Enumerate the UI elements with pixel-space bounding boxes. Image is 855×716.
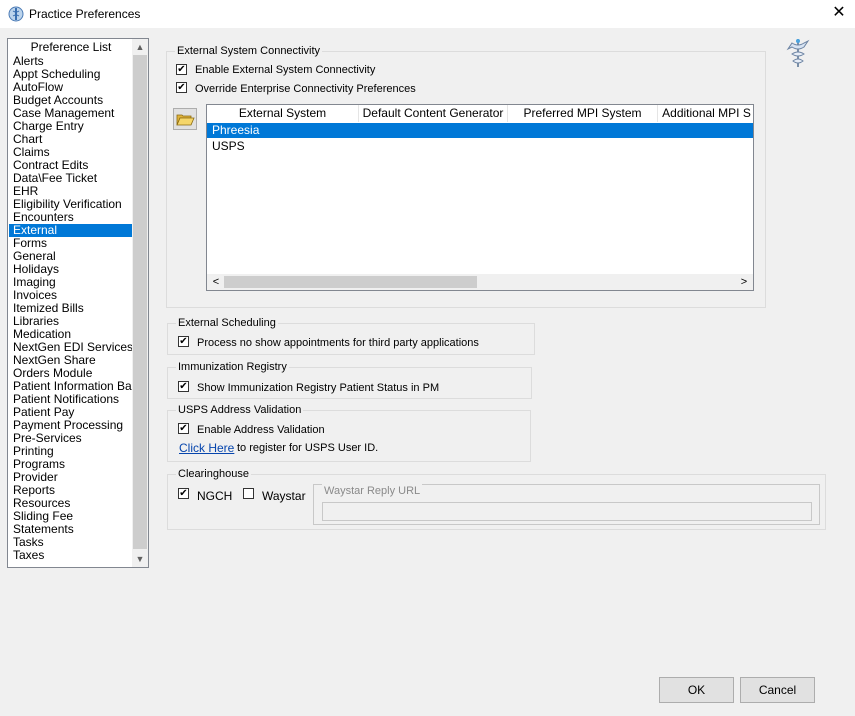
check-icon: ✔ — [179, 381, 188, 392]
column-header[interactable]: Default Content Generator — [359, 105, 508, 122]
enable-external-connectivity-checkbox[interactable]: ✔ — [176, 64, 187, 75]
preference-list-header: Preference List — [30, 40, 112, 54]
column-header[interactable]: Preferred MPI System — [508, 105, 658, 122]
column-header[interactable]: Additional MPI S — [658, 105, 753, 122]
ngch-checkbox[interactable]: ✔ — [178, 488, 189, 499]
waystar-reply-url-input[interactable] — [322, 502, 812, 521]
immunization-status-label: Show Immunization Registry Patient Statu… — [197, 382, 440, 394]
column-header[interactable]: External System — [207, 105, 359, 122]
scroll-left-icon[interactable]: < — [209, 275, 223, 289]
table-row[interactable]: USPS — [207, 139, 753, 154]
external-scheduling-title: External Scheduling — [176, 316, 278, 330]
close-icon[interactable]: ✕ — [826, 2, 852, 24]
preference-list-item[interactable]: Taxes — [9, 549, 133, 562]
immunization-registry-title: Immunization Registry — [176, 360, 289, 374]
preference-list-scrollbar[interactable]: ▲ ▼ — [132, 39, 148, 567]
enable-address-validation-label: Enable Address Validation — [197, 424, 325, 436]
no-show-checkbox[interactable]: ✔ — [178, 336, 189, 347]
cancel-button[interactable]: Cancel — [740, 677, 815, 703]
preference-list-items: Alerts Appt Scheduling AutoFlow Budget Acco… — [9, 55, 136, 562]
grid-horizontal-scrollbar[interactable]: < > — [207, 274, 753, 290]
click-here-link[interactable]: Click Here — [179, 441, 234, 455]
check-icon: ✔ — [179, 488, 188, 499]
immunization-status-checkbox[interactable]: ✔ — [178, 381, 189, 392]
check-icon: ✔ — [179, 336, 188, 347]
enable-address-validation-checkbox[interactable]: ✔ — [178, 423, 189, 434]
open-folder-button[interactable] — [173, 108, 197, 130]
ngch-label: NGCH — [197, 489, 233, 503]
folder-open-icon — [176, 114, 195, 126]
override-enterprise-label: Override Enterprise Connectivity Prefere… — [195, 83, 416, 95]
usps-validation-title: USPS Address Validation — [176, 403, 304, 417]
no-show-label: Process no show appointments for third p… — [197, 337, 479, 349]
waystar-label: Waystar — [262, 489, 306, 503]
waystar-reply-url-label: Waystar Reply URL — [322, 484, 423, 498]
override-enterprise-checkbox[interactable]: ✔ — [176, 82, 187, 93]
scroll-thumb[interactable] — [133, 55, 147, 549]
external-connectivity-title: External System Connectivity — [175, 44, 323, 58]
app-icon — [8, 6, 24, 22]
window-title: Practice Preferences — [29, 7, 141, 21]
usps-register-text: to register for USPS User ID. — [237, 442, 379, 454]
scroll-right-icon[interactable]: > — [737, 275, 751, 289]
preference-list[interactable]: Preference List Alerts Appt Scheduling Aut… — [7, 38, 149, 568]
clearinghouse-title: Clearinghouse — [176, 467, 251, 481]
check-icon: ✔ — [179, 423, 188, 434]
external-systems-grid[interactable]: External System Default Content Generato… — [206, 104, 754, 291]
scroll-up-icon[interactable]: ▲ — [132, 39, 148, 55]
check-icon: ✔ — [177, 82, 186, 93]
table-row[interactable]: Phreesia — [207, 123, 753, 138]
scroll-down-icon[interactable]: ▼ — [132, 551, 148, 567]
scroll-thumb[interactable] — [224, 276, 477, 288]
medical-caduceus-icon — [786, 39, 810, 67]
waystar-checkbox[interactable] — [243, 488, 254, 499]
ok-button[interactable]: OK — [659, 677, 734, 703]
enable-external-connectivity-label: Enable External System Connectivity — [195, 64, 376, 76]
check-icon: ✔ — [177, 64, 186, 75]
